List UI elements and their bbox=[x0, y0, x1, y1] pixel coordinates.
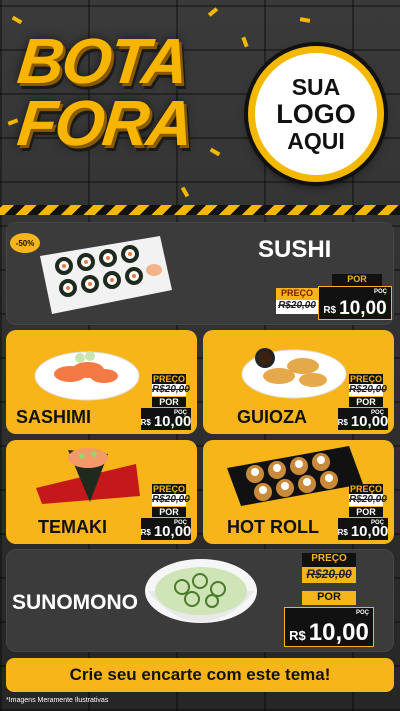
por-label: POR bbox=[349, 507, 383, 517]
new-price: R$ 10,00 POÇ bbox=[140, 407, 192, 431]
confetti bbox=[299, 17, 311, 23]
preco-label: PREÇO bbox=[302, 553, 356, 567]
preco-label: PREÇO bbox=[276, 288, 318, 300]
logo-line-1: SUA bbox=[291, 73, 341, 100]
unit: POÇ bbox=[355, 610, 369, 616]
por-label: POR bbox=[152, 507, 186, 517]
item-name-sushi: SUSHI bbox=[258, 236, 332, 263]
unit: POÇ bbox=[370, 410, 384, 416]
old-price: R$20,00 bbox=[152, 494, 190, 506]
hot-roll-image bbox=[227, 446, 363, 506]
new-price: R$ 10,00 POÇ bbox=[337, 407, 389, 431]
product-card-sushi[interactable]: SUSHI POR PREÇO R$20,00 R$ 10,00 POÇ bbox=[6, 222, 394, 325]
new-price: R$ 10,00 POÇ bbox=[337, 517, 389, 541]
currency: R$ bbox=[337, 528, 348, 537]
old-price: R$20,00 bbox=[276, 300, 318, 314]
old-price: R$20,00 bbox=[152, 384, 190, 396]
header: BOTA FORA SUA LOGO AQUI bbox=[0, 0, 400, 215]
price-amount: 10,00 bbox=[153, 413, 192, 430]
item-name-sashimi: SASHIMI bbox=[16, 407, 92, 427]
new-price: R$ 10,00 POÇ bbox=[284, 607, 374, 647]
item-name-sunomono: SUNOMONO bbox=[12, 591, 138, 614]
sushi-image bbox=[40, 236, 172, 314]
price-amount: 10,00 bbox=[339, 298, 387, 319]
currency: R$ bbox=[140, 418, 151, 427]
sashimi-image bbox=[34, 351, 140, 401]
confetti bbox=[207, 7, 219, 17]
por-label: POR bbox=[349, 397, 383, 407]
product-card-hot-roll[interactable]: HOT ROLL PREÇO R$20,00 POR R$ 10,00 POÇ bbox=[203, 440, 394, 544]
old-price: R$20,00 bbox=[349, 384, 387, 396]
currency: R$ bbox=[323, 305, 337, 316]
cta-banner[interactable]: Crie seu encarte com este tema! bbox=[6, 658, 394, 692]
unit: POÇ bbox=[370, 520, 384, 526]
item-name-hot-roll: HOT ROLL bbox=[227, 517, 319, 537]
product-card-sashimi[interactable]: SASHIMI PREÇO R$20,00 POR R$ 10,00 POÇ bbox=[6, 330, 197, 434]
title-line-1: BOTA bbox=[14, 25, 191, 97]
logo-placeholder: SUA LOGO AQUI bbox=[248, 46, 384, 182]
logo-line-2: LOGO bbox=[276, 98, 356, 129]
preco-label: PREÇO bbox=[349, 374, 383, 384]
temaki-image bbox=[36, 448, 140, 504]
disclaimer: *Imagens Meramente Ilustrativas bbox=[6, 697, 109, 704]
preco-label: PREÇO bbox=[152, 374, 186, 384]
cta-text: Crie seu encarte com este tema! bbox=[69, 665, 331, 684]
price-amount: 10,00 bbox=[308, 619, 369, 646]
promo-page: BOTA FORA SUA LOGO AQUI SUSHI POR PREÇO … bbox=[0, 0, 400, 711]
confetti bbox=[241, 36, 249, 48]
currency: R$ bbox=[289, 628, 306, 643]
unit: POÇ bbox=[173, 520, 187, 526]
preco-label: PREÇO bbox=[152, 484, 186, 494]
promo-title: BOTA FORA bbox=[14, 25, 218, 190]
price-amount: 10,00 bbox=[350, 413, 389, 430]
currency: R$ bbox=[140, 528, 151, 537]
unit: POÇ bbox=[173, 410, 187, 416]
logo-line-3: AQUI bbox=[287, 127, 345, 154]
confetti bbox=[11, 15, 23, 25]
discount-badge: -50% bbox=[10, 233, 40, 253]
new-price: R$ 10,00 POÇ bbox=[318, 286, 392, 320]
hazard-stripe bbox=[0, 205, 400, 215]
item-name-guioza: GUIOZA bbox=[237, 407, 307, 427]
old-price: R$20,00 bbox=[349, 494, 387, 506]
por-label: POR bbox=[152, 397, 186, 407]
new-price: R$ 10,00 POÇ bbox=[140, 517, 192, 541]
product-card-temaki[interactable]: TEMAKI PREÇO R$20,00 POR R$ 10,00 POÇ bbox=[6, 440, 197, 544]
por-label: POR bbox=[302, 591, 356, 605]
price-amount: 10,00 bbox=[350, 523, 389, 540]
price-amount: 10,00 bbox=[153, 523, 192, 540]
old-price: R$20,00 bbox=[302, 567, 356, 583]
product-card-guioza[interactable]: GUIOZA PREÇO R$20,00 POR R$ 10,00 POÇ bbox=[203, 330, 394, 434]
unit: POÇ bbox=[373, 289, 387, 295]
currency: R$ bbox=[337, 418, 348, 427]
guioza-image bbox=[241, 348, 347, 399]
product-card-sunomono[interactable]: SUNOMONO PREÇO R$20,00 POR R$ 10,00 POÇ bbox=[6, 549, 394, 652]
title-line-2: FORA bbox=[14, 87, 196, 159]
item-name-temaki: TEMAKI bbox=[38, 517, 107, 537]
preco-label: PREÇO bbox=[349, 484, 383, 494]
sunomono-image bbox=[145, 559, 257, 623]
